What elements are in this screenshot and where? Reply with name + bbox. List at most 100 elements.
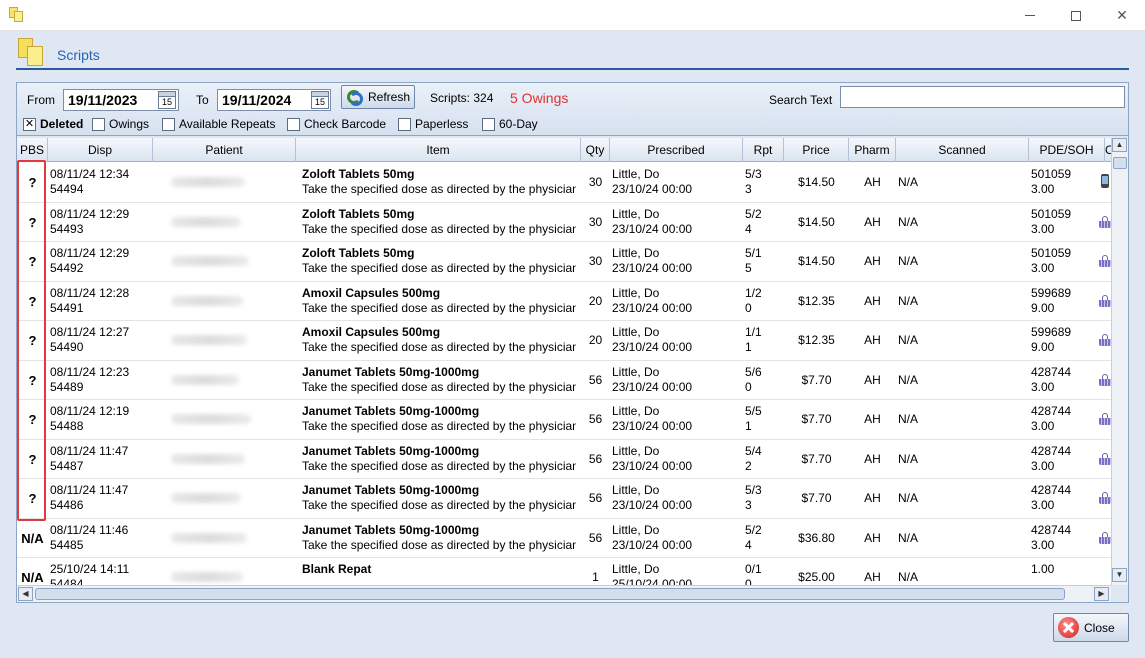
basket-icon[interactable]: [1099, 255, 1111, 267]
col-prescribed[interactable]: Prescribed: [610, 138, 743, 162]
basket-icon[interactable]: [1099, 531, 1111, 544]
basket-icon[interactable]: [1099, 334, 1111, 346]
col-disp[interactable]: Disp: [48, 138, 153, 162]
table-row[interactable]: N/A 08/11/24 11:46 54485 Janumet Tablets 50…: [17, 519, 1111, 558]
price-cell: $7.70: [801, 451, 832, 466]
col-rpt[interactable]: Rpt: [743, 138, 784, 162]
scroll-up-arrow[interactable]: ▲: [1112, 138, 1127, 152]
disp-number: 54485: [50, 537, 84, 552]
pde-code: 428744: [1031, 404, 1072, 418]
pde-soh-cell: 428744 3.00: [1031, 440, 1101, 479]
horizontal-scrollbar[interactable]: ◀ ▶: [17, 585, 1111, 602]
table-row[interactable]: ? 08/11/24 12:19 54488 Janumet Tablets 50mg…: [17, 400, 1111, 440]
repeat-fraction: 1/1: [745, 325, 762, 339]
pharm-cell: AH: [864, 293, 881, 308]
table-row[interactable]: ? 08/11/24 12:28 54491 Amoxil Capsules 500m…: [17, 282, 1111, 321]
prescriber: Little, Do: [612, 443, 660, 458]
table-row[interactable]: ? 08/11/24 12:23 54489 Janumet Tablets 50mg…: [17, 361, 1111, 400]
item-name: Janumet Tablets 50mg-1000mg: [302, 404, 480, 418]
repeat-fraction: 5/3: [745, 483, 762, 497]
basket-icon[interactable]: [1099, 413, 1111, 425]
prescriber: Little, Do: [612, 325, 660, 339]
patient-name-redacted: [171, 177, 245, 187]
rpt-cell: 5/1 5: [745, 242, 784, 281]
basket-icon[interactable]: [1099, 373, 1111, 386]
scroll-right-arrow[interactable]: ▶: [1094, 587, 1109, 601]
prescribed-cell: Little, Do 23/10/24 00:00: [612, 242, 743, 281]
basket-icon[interactable]: [1099, 492, 1111, 504]
rpt-cell: 5/2 4: [745, 519, 784, 558]
vertical-scroll-thumb[interactable]: [1113, 157, 1127, 169]
item-name: Janumet Tablets 50mg-1000mg: [302, 483, 480, 497]
scroll-down-arrow[interactable]: ▼: [1112, 568, 1127, 582]
table-row[interactable]: ? 08/11/24 12:29 54492 Zoloft Tablets 50mg T…: [17, 242, 1111, 282]
basket-icon[interactable]: [1099, 215, 1111, 228]
patient-name-redacted: [171, 414, 251, 424]
stock-on-hand: 9.00: [1031, 300, 1055, 315]
table-row[interactable]: ? 08/11/24 12:34 54494 Zoloft Tablets 50mg T…: [17, 163, 1111, 203]
patient-cell: [153, 479, 296, 518]
item-cell: Zoloft Tablets 50mg Take the specified do…: [302, 203, 576, 242]
item-cell: Zoloft Tablets 50mg Take the specified do…: [302, 163, 576, 202]
checkbox-paperless[interactable]: Paperless: [398, 117, 468, 131]
phone-icon[interactable]: [1101, 174, 1109, 188]
table-row[interactable]: ? 08/11/24 11:47 54486 Janumet Tablets 50mg…: [17, 479, 1111, 519]
pde-soh-cell: 428744 3.00: [1031, 479, 1101, 518]
table-row[interactable]: ? 08/11/24 12:29 54493 Zoloft Tablets 50mg T…: [17, 203, 1111, 242]
table-row[interactable]: ? 08/11/24 11:47 54487 Janumet Tablets 50mg…: [17, 440, 1111, 479]
basket-icon[interactable]: [1099, 294, 1111, 307]
col-price[interactable]: Price: [784, 138, 849, 162]
pharm-cell: AH: [864, 214, 881, 229]
basket-icon[interactable]: [1099, 452, 1111, 465]
item-name: Zoloft Tablets 50mg: [302, 206, 415, 221]
disp-number: 54491: [50, 300, 84, 315]
disp-cell: 08/11/24 12:29 54493: [50, 203, 153, 242]
scroll-left-arrow[interactable]: ◀: [18, 587, 33, 601]
vertical-scrollbar[interactable]: ▲ ▼: [1111, 138, 1128, 585]
close-button[interactable]: Close: [1053, 613, 1129, 642]
col-item[interactable]: Item: [296, 138, 581, 162]
col-pbs[interactable]: PBS: [17, 138, 48, 162]
col-patient[interactable]: Patient: [153, 138, 296, 162]
price-cell: $7.70: [801, 372, 832, 387]
refresh-button[interactable]: Refresh: [341, 85, 415, 109]
from-calendar-icon[interactable]: 15: [158, 91, 176, 109]
col-pharm[interactable]: Pharm: [849, 138, 896, 162]
pde-soh-cell: 428744 3.00: [1031, 361, 1101, 400]
prescribed-cell: Little, Do 23/10/24 00:00: [612, 163, 743, 202]
checkbox-deleted[interactable]: ✕ Deleted: [23, 117, 83, 131]
maximize-button[interactable]: [1053, 0, 1099, 31]
checkbox-60-day[interactable]: 60-Day: [482, 117, 538, 131]
horizontal-scroll-thumb[interactable]: [35, 588, 1065, 600]
col-qty[interactable]: Qty: [581, 138, 610, 162]
disp-date: 08/11/24 11:46: [50, 522, 129, 537]
repeats-left: 4: [745, 537, 752, 552]
to-calendar-icon[interactable]: 15: [311, 91, 329, 109]
price-cell: $12.35: [798, 293, 835, 308]
disp-number: 54487: [50, 458, 84, 473]
checkbox-check-barcode[interactable]: Check Barcode: [287, 117, 386, 131]
checkbox-available-repeats[interactable]: Available Repeats: [162, 117, 276, 131]
table-row[interactable]: N/A 25/10/24 14:11 54484 Blank Repat 1 Little…: [17, 558, 1111, 585]
col-pde-soh[interactable]: PDE/SOH: [1029, 138, 1105, 162]
qty-cell: 56: [588, 451, 603, 466]
pharm-cell: AH: [864, 175, 881, 189]
repeat-fraction: 1/2: [745, 285, 762, 300]
patient-name-redacted: [171, 335, 247, 345]
window-close-button[interactable]: ✕: [1099, 0, 1145, 31]
search-input[interactable]: [840, 86, 1125, 108]
checkbox-owings[interactable]: Owings: [92, 117, 149, 131]
col-scanned[interactable]: Scanned: [896, 138, 1029, 162]
minimize-button[interactable]: [1007, 0, 1053, 31]
disp-number: 54489: [50, 379, 84, 394]
refresh-label: Refresh: [368, 90, 411, 104]
prescribed-cell: Little, Do 23/10/24 00:00: [612, 361, 743, 400]
qty-cell: 30: [588, 175, 603, 189]
patient-cell: [153, 203, 296, 242]
prescribed-cell: Little, Do 23/10/24 00:00: [612, 321, 743, 360]
item-cell: Janumet Tablets 50mg-1000mg Take the spec…: [302, 361, 576, 400]
disp-cell: 08/11/24 12:34 54494: [50, 163, 153, 202]
patient-name-redacted: [171, 572, 243, 582]
repeat-fraction: 5/2: [745, 522, 762, 537]
table-row[interactable]: ? 08/11/24 12:27 54490 Amoxil Capsules 500m…: [17, 321, 1111, 361]
